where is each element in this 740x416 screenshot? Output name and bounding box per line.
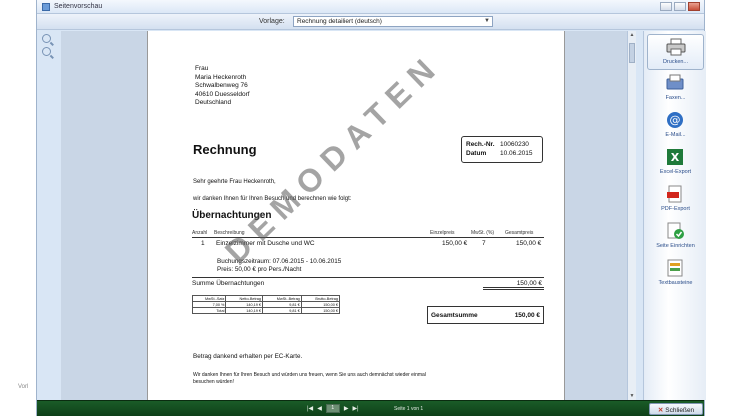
last-page-icon[interactable]: ▶|: [352, 405, 358, 412]
page-number-input[interactable]: 1: [325, 404, 340, 413]
address-line: Schwalbenweg 76: [195, 82, 248, 89]
grand-total-box: Gesamtsumme 150,00 €: [427, 306, 544, 324]
closing-line-1: Wir danken Ihnen für Ihren Besuch und wü…: [193, 372, 426, 378]
text-blocks-icon: [667, 259, 683, 277]
payment-note: Betrag dankend erhalten per EC-Karte.: [193, 353, 303, 360]
scroll-thumb[interactable]: [629, 43, 635, 63]
minimize-button[interactable]: [660, 2, 672, 11]
preview-window: Seitenvorschau Vorlage: Rechnung detaili…: [36, 0, 706, 416]
address-line: Deutschland: [195, 99, 232, 106]
status-bar: |◀ ◀ 1 ▶ ▶| Seite 1 von 1 ✕ Schließen: [37, 400, 704, 416]
vertical-scrollbar[interactable]: ▲ ▼: [627, 31, 636, 400]
print-button[interactable]: Drucken...: [647, 34, 704, 70]
printer-icon: [666, 38, 686, 56]
background-text: Vorl: [18, 384, 29, 390]
row-qty: 1: [201, 240, 205, 247]
page-setup-label: Seite Einrichten: [656, 243, 695, 249]
text-blocks-button[interactable]: Textbausteine: [647, 256, 704, 292]
preview-area: Frau Maria Heckenroth Schwalbenweg 76 40…: [61, 31, 636, 400]
template-label: Vorlage:: [259, 18, 285, 25]
address-line: Maria Heckenroth: [195, 73, 247, 81]
zoom-in-icon[interactable]: [42, 34, 51, 43]
pdf-export-button[interactable]: PDF-Export: [647, 182, 704, 218]
invoice-date-label: Datum: [466, 150, 487, 157]
page-navigation: |◀ ◀ 1 ▶ ▶|: [307, 404, 359, 413]
excel-export-label: Excel-Export: [659, 169, 692, 175]
row-vat: 7: [482, 240, 486, 247]
app-icon: [42, 3, 50, 11]
window-title: Seitenvorschau: [54, 3, 103, 10]
template-select[interactable]: Rechnung detailiert (deutsch) ▼: [293, 16, 493, 27]
close-icon: ✕: [657, 407, 664, 414]
scroll-up-icon[interactable]: ▲: [629, 32, 635, 38]
vat-cell: 150,00 €: [300, 307, 341, 314]
maximize-button[interactable]: [674, 2, 686, 11]
invoice-info-box: Rech.-Nr. 10060230 Datum 10.06.2015: [461, 136, 543, 163]
page-setup-button[interactable]: Seite Einrichten: [647, 219, 704, 255]
action-panel: Drucken... Faxen... @ E-Mail... X Excel-…: [643, 31, 706, 400]
invoice-page: Frau Maria Heckenroth Schwalbenweg 76 40…: [147, 31, 565, 400]
zoom-out-icon[interactable]: [42, 47, 51, 56]
close-label: Schließen: [665, 407, 695, 414]
scroll-down-icon[interactable]: ▼: [629, 393, 635, 399]
page-setup-icon: [667, 222, 684, 239]
fax-icon: [666, 74, 684, 90]
grand-total-label: Gesamtsumme: [431, 312, 478, 319]
close-button[interactable]: ✕ Schließen: [649, 403, 703, 415]
address-line: Frau: [195, 65, 209, 72]
close-window-button[interactable]: [688, 2, 700, 11]
invoice-number-label: Rech.-Nr.: [466, 141, 495, 148]
col-vat: MwSt. (%): [471, 230, 495, 236]
page-info: Seite 1 von 1: [394, 406, 424, 412]
email-icon: @: [667, 112, 683, 128]
invoice-date: 10.06.2015: [500, 150, 533, 157]
row-price: 150,00 €: [442, 240, 468, 247]
toolbar: Vorlage: Rechnung detailiert (deutsch) ▼: [37, 14, 704, 30]
row-total: 150,00 €: [516, 240, 542, 247]
title-bar: Seitenvorschau: [37, 0, 704, 14]
price-note: Preis: 50,00 € pro Pers./Nacht: [217, 266, 302, 273]
fax-label: Faxen...: [665, 95, 686, 101]
recipient-address: Frau Maria Heckenroth Schwalbenweg 76 40…: [195, 65, 250, 108]
svg-text:X: X: [671, 151, 680, 164]
prev-page-icon[interactable]: ◀: [317, 405, 322, 412]
double-underline: [483, 287, 544, 290]
vat-cell: 9,81 €: [262, 307, 302, 314]
svg-text:@: @: [670, 114, 681, 127]
chevron-down-icon: ▼: [484, 18, 490, 24]
excel-export-button[interactable]: X Excel-Export: [647, 145, 704, 181]
email-button[interactable]: @ E-Mail...: [647, 108, 704, 144]
email-label: E-Mail...: [665, 132, 686, 138]
print-label: Drucken...: [662, 59, 689, 65]
subtotal-value: 150,00 €: [516, 280, 542, 287]
subtotal-row: Summe Übernachtungen 150,00 €: [192, 277, 544, 287]
greeting: Sehr geehrte Frau Heckenroth,: [193, 179, 276, 185]
vat-cell: Total: [191, 307, 227, 314]
closing-line-2: besuchen würden!: [193, 379, 234, 385]
fax-button[interactable]: Faxen...: [647, 71, 704, 107]
subtotal-label: Summe Übernachtungen: [192, 280, 265, 287]
next-page-icon[interactable]: ▶: [344, 405, 349, 412]
col-qty: Anzahl: [192, 230, 208, 236]
vat-cell: 140,19 €: [225, 307, 264, 314]
first-page-icon[interactable]: |◀: [307, 405, 313, 412]
invoice-title: Rechnung: [193, 142, 257, 157]
template-value: Rechnung detailiert (deutsch): [297, 18, 382, 25]
pdf-export-label: PDF-Export: [661, 206, 690, 212]
vat-table: MwSt.-Satz Netto-Betrag MwSt.-Betrag Bru…: [191, 295, 341, 314]
pdf-icon: [667, 185, 682, 203]
invoice-number: 10060230: [500, 141, 529, 148]
zoom-tools: [40, 34, 137, 60]
address-line: 40610 Duesseldorf: [195, 90, 250, 98]
col-total: Gesamtpreis: [505, 230, 534, 236]
grand-total-value: 150,00 €: [514, 312, 540, 319]
text-blocks-label: Textbausteine: [658, 280, 693, 286]
excel-icon: X: [667, 149, 683, 165]
col-price: Einzelpreis: [430, 230, 455, 236]
